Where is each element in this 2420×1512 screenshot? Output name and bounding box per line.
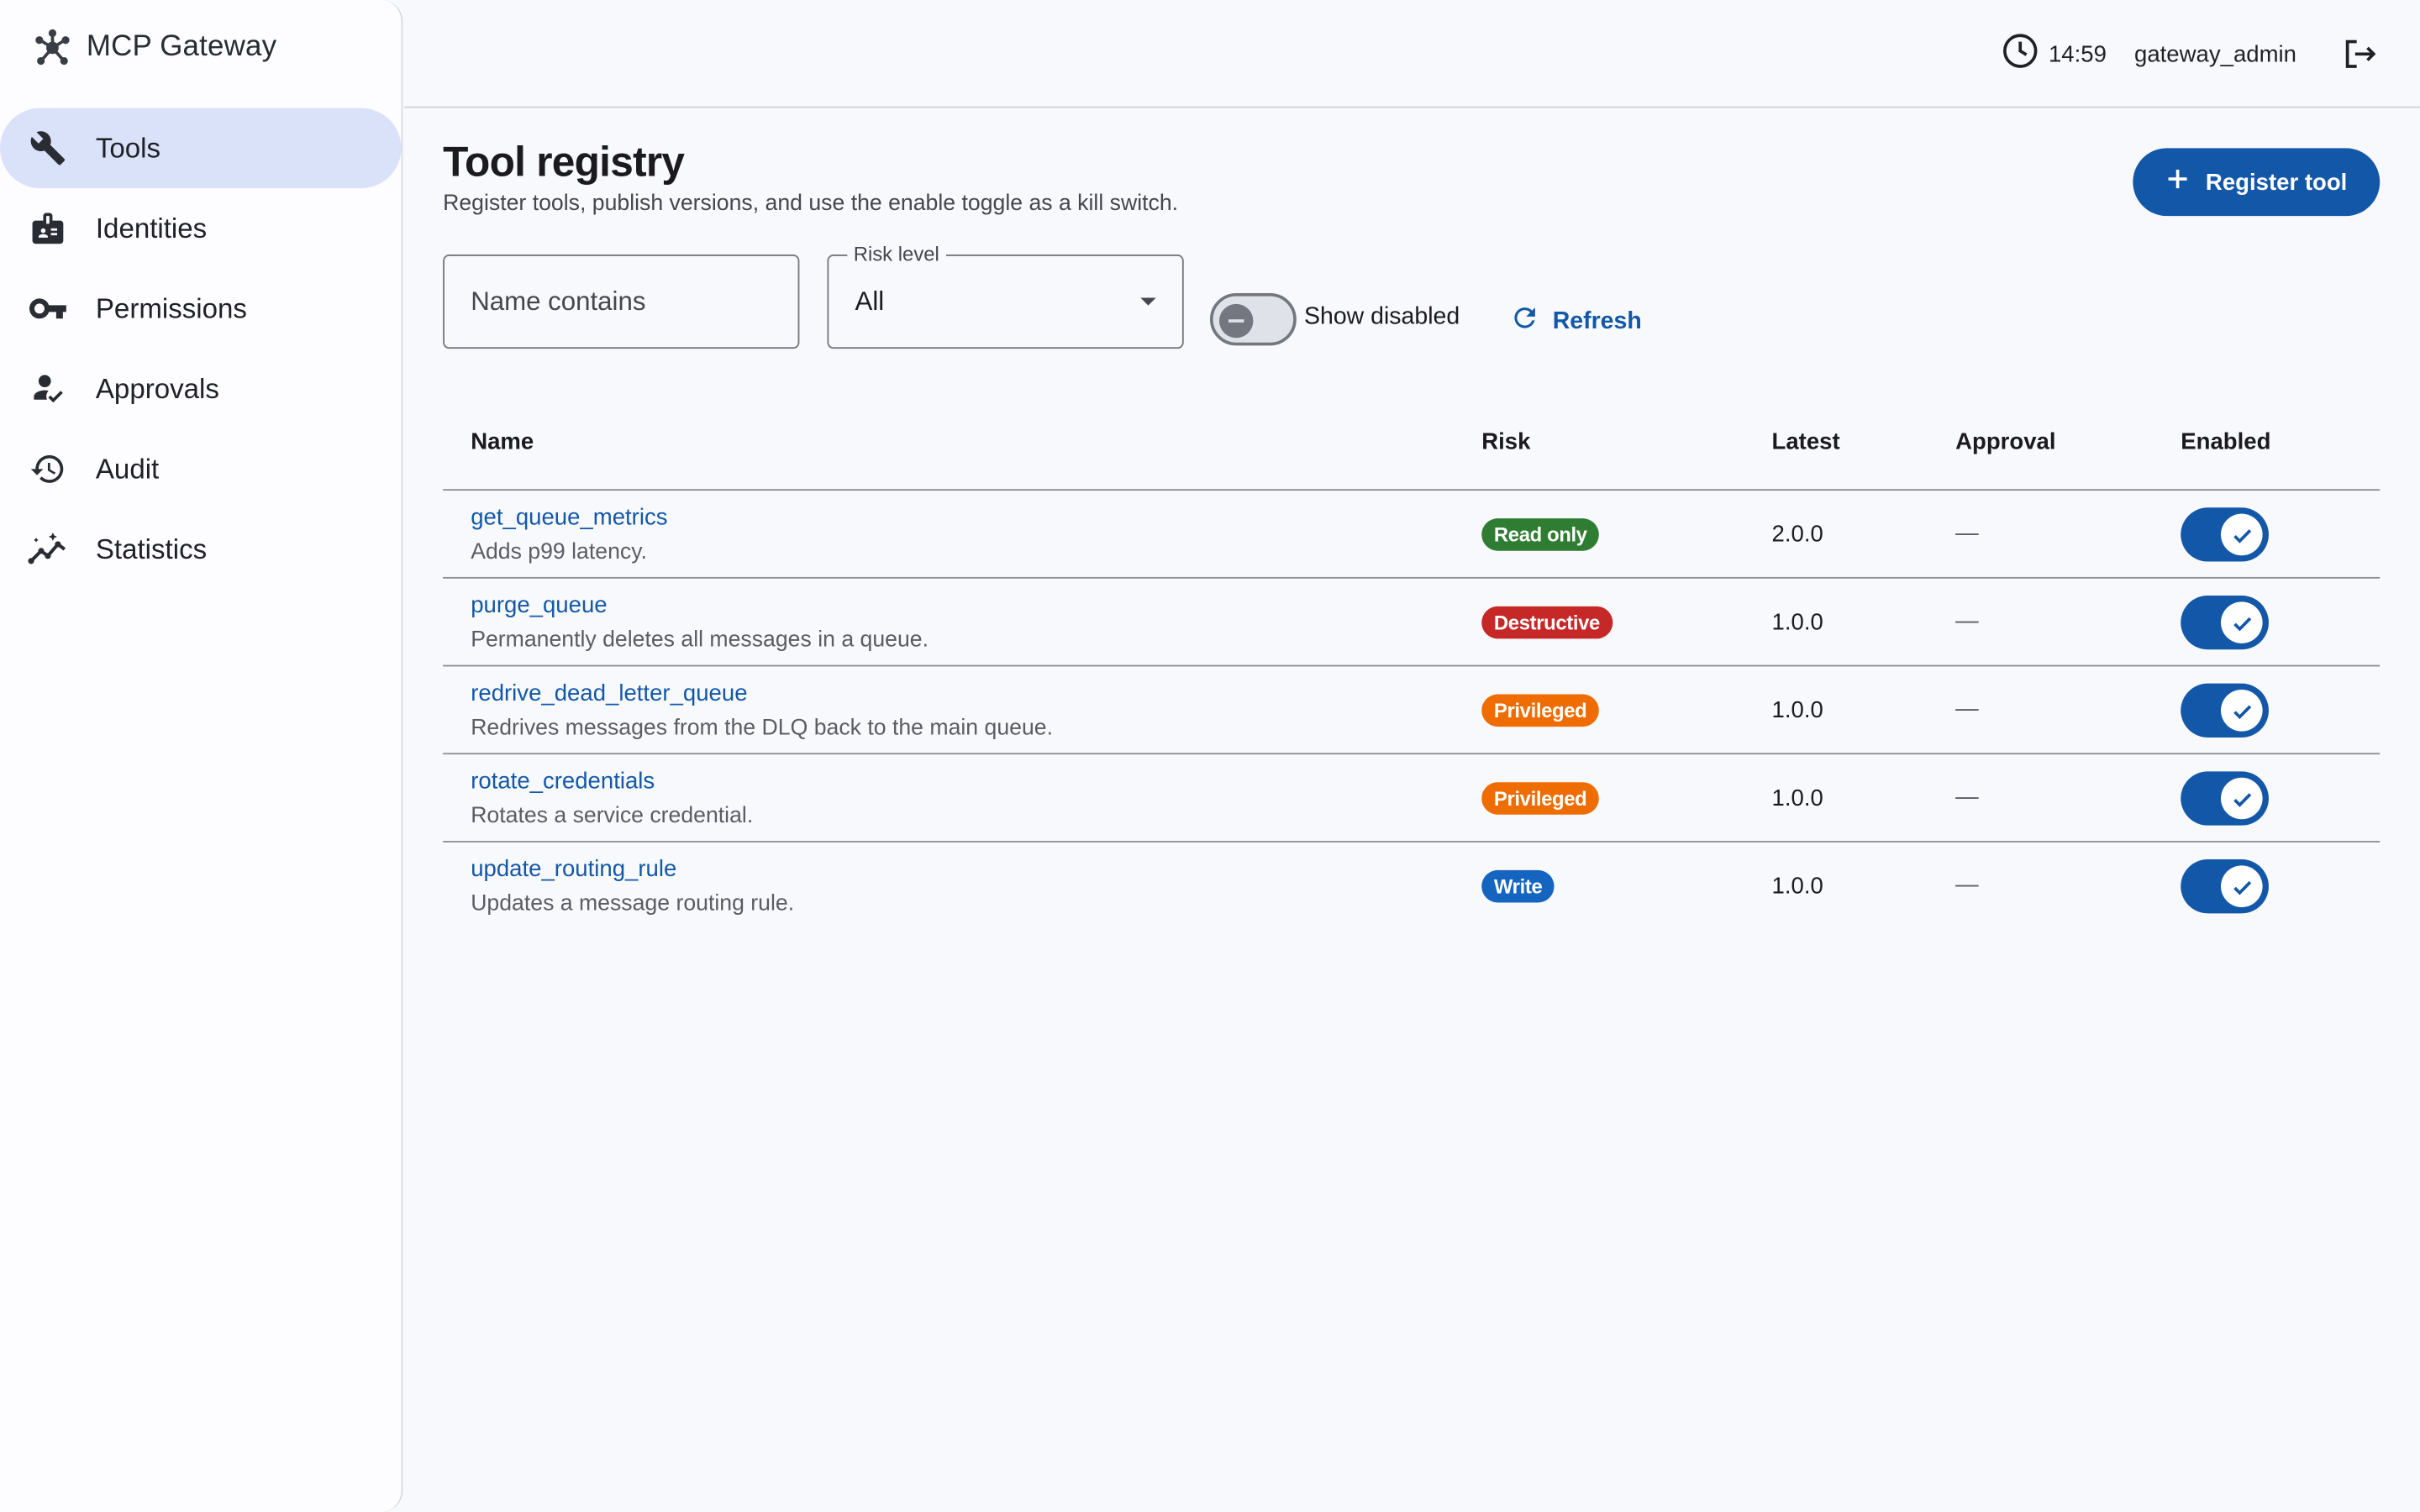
latest-version: 1.0.0 (1771, 697, 1823, 724)
sidebar-item-label: Approvals (95, 372, 219, 404)
tool-description: Adds p99 latency. (471, 539, 647, 565)
risk-badge: Destructive (1481, 606, 1612, 639)
approval-value: — (1955, 871, 1979, 898)
tool-name-link[interactable]: update_routing_rule (471, 856, 676, 882)
approval-value: — (1955, 784, 1979, 811)
sidebar-item-label: Permissions (95, 292, 247, 323)
tool-name-link[interactable]: rotate_credentials (471, 769, 655, 795)
register-tool-label: Register tool (2205, 169, 2348, 196)
hub-icon (31, 26, 74, 69)
enabled-toggle[interactable] (2181, 771, 2269, 826)
latest-version: 1.0.0 (1771, 609, 1823, 636)
table-row: rotate_credentials Rotates a service cre… (443, 754, 2381, 843)
latest-version: 1.0.0 (1771, 873, 1823, 900)
approval-value: — (1955, 607, 1979, 634)
sidebar-item-label: Tools (95, 132, 161, 163)
latest-version: 2.0.0 (1771, 521, 1823, 549)
plus-icon (2165, 166, 2190, 197)
sidebar-item-identities[interactable]: Identities (0, 188, 402, 269)
table-row: update_routing_rule Updates a message ro… (443, 843, 2380, 931)
check-icon (2221, 513, 2263, 556)
sidebar-nav: Tools Identities Permissions Approvals A… (0, 108, 402, 590)
column-header-risk[interactable]: Risk (1481, 429, 1530, 455)
person-check-icon (28, 369, 68, 409)
column-header-enabled[interactable]: Enabled (2181, 429, 2270, 455)
latest-version: 1.0.0 (1771, 785, 1823, 812)
key-icon (28, 288, 68, 328)
check-icon (2221, 690, 2263, 732)
username: gateway_admin (2134, 40, 2297, 67)
tools-table: Name Risk Latest Approval Enabled get_qu… (443, 404, 2381, 931)
insights-icon (28, 529, 68, 570)
caret-down-icon (1140, 297, 1156, 306)
table-header: Name Risk Latest Approval Enabled (443, 404, 2381, 491)
sidebar-item-permissions[interactable]: Permissions (0, 269, 402, 349)
table-row: purge_queue Permanently deletes all mess… (443, 579, 2381, 667)
enabled-toggle[interactable] (2181, 595, 2269, 650)
sidebar-item-audit[interactable]: Audit (0, 429, 402, 510)
top-bar: 14:59 gateway_admin (404, 0, 2420, 108)
check-icon (2221, 777, 2263, 820)
sidebar-item-statistics[interactable]: Statistics (0, 509, 402, 590)
check-icon (2221, 865, 2263, 907)
clock: 14:59 (2002, 33, 2107, 76)
sidebar: MCP Gateway Tools Identities Permissions (0, 0, 403, 1512)
enabled-toggle[interactable] (2181, 859, 2269, 914)
logout-icon[interactable] (2339, 34, 2380, 74)
tool-description: Permanently deletes all messages in a qu… (471, 627, 929, 653)
wrench-icon (28, 128, 68, 168)
refresh-icon (1509, 302, 1540, 341)
risk-level-value: All (855, 286, 885, 317)
name-filter-input[interactable] (443, 255, 800, 349)
toggle-knob (1218, 303, 1254, 339)
current-time: 14:59 (2048, 40, 2107, 67)
sidebar-item-tools[interactable]: Tools (0, 108, 402, 189)
column-header-approval[interactable]: Approval (1955, 429, 2055, 455)
history-icon (28, 449, 68, 489)
enabled-toggle[interactable] (2181, 507, 2269, 562)
table-row: get_queue_metrics Adds p99 latency. Read… (443, 491, 2381, 579)
page-subtitle: Register tools, publish versions, and us… (443, 191, 1179, 217)
tool-description: Updates a message routing rule. (471, 891, 795, 916)
refresh-label: Refresh (1552, 307, 1642, 334)
show-disabled-toggle[interactable] (1209, 292, 1297, 346)
tool-description: Redrives messages from the DLQ back to t… (471, 716, 1053, 741)
risk-badge: Write (1481, 869, 1555, 903)
approval-value: — (1955, 696, 1979, 722)
tool-name-link[interactable]: get_queue_metrics (471, 505, 667, 531)
show-disabled-label: Show disabled (1304, 303, 1460, 331)
column-header-name[interactable]: Name (471, 429, 534, 455)
refresh-button[interactable]: Refresh (1509, 302, 1642, 341)
sidebar-item-label: Identities (95, 212, 208, 244)
register-tool-button[interactable]: Register tool (2133, 148, 2381, 217)
tool-name-link[interactable]: redrive_dead_letter_queue (471, 680, 747, 706)
badge-icon (28, 208, 68, 249)
tool-description: Rotates a service credential. (471, 803, 754, 829)
clock-icon (2002, 33, 2039, 76)
brand: MCP Gateway (31, 26, 276, 69)
column-header-latest[interactable]: Latest (1772, 429, 1840, 455)
sidebar-item-label: Audit (95, 453, 160, 484)
risk-badge: Privileged (1481, 782, 1600, 815)
sidebar-item-approvals[interactable]: Approvals (0, 349, 402, 429)
table-body: get_queue_metrics Adds p99 latency. Read… (443, 491, 2381, 931)
enabled-toggle[interactable] (2181, 683, 2269, 738)
risk-badge: Privileged (1481, 694, 1600, 727)
page-title: Tool registry (443, 139, 685, 186)
tool-name-link[interactable]: purge_queue (471, 592, 607, 618)
risk-level-select[interactable]: Risk level All (827, 242, 1184, 349)
app-name: MCP Gateway (86, 30, 277, 64)
sidebar-item-label: Statistics (95, 533, 208, 564)
check-icon (2221, 601, 2263, 643)
table-row: redrive_dead_letter_queue Redrives messa… (443, 666, 2381, 755)
risk-level-label: Risk level (847, 242, 946, 265)
risk-badge: Read only (1481, 518, 1600, 551)
approval-value: — (1955, 519, 1979, 547)
